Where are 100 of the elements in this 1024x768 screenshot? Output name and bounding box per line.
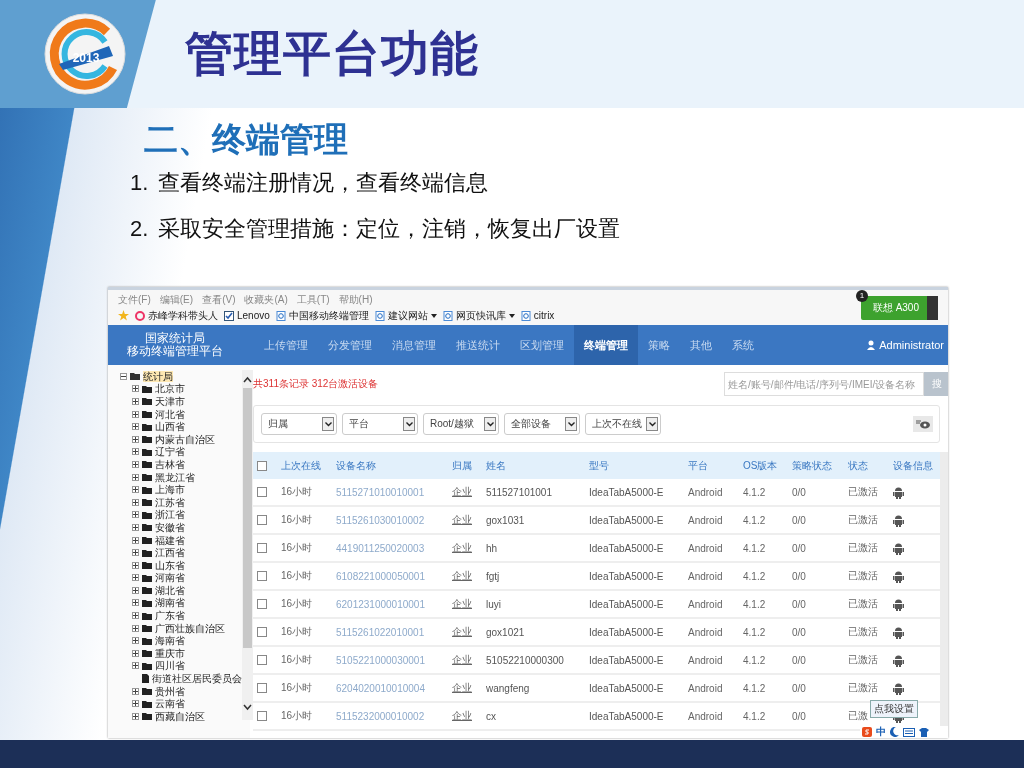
tree-item[interactable]: 浙江省 <box>155 509 185 521</box>
favorite-link[interactable]: 网页快讯库 <box>442 308 515 323</box>
column-header[interactable]: 上次在线 <box>281 458 336 473</box>
row-checkbox[interactable] <box>257 571 267 581</box>
tree-item[interactable]: 海南省 <box>155 635 185 647</box>
expand-toggle[interactable] <box>132 549 139 557</box>
favorite-link[interactable]: 中国移动终端管理 <box>275 308 369 323</box>
tree-item[interactable]: 重庆市 <box>155 647 185 659</box>
owner-link[interactable]: 企业 <box>452 541 486 555</box>
android-icon[interactable] <box>893 597 904 611</box>
column-header[interactable]: 设备信息 <box>893 458 940 473</box>
filter-dropdown[interactable]: 全部设备 <box>504 413 580 435</box>
row-checkbox[interactable] <box>257 683 267 693</box>
expand-toggle[interactable] <box>132 410 139 418</box>
menu-item[interactable]: 查看(V) <box>202 292 236 307</box>
favorite-link[interactable]: 赤峰学科带头人 <box>135 308 218 323</box>
owner-link[interactable]: 企业 <box>452 681 486 695</box>
expand-toggle[interactable] <box>132 624 139 632</box>
tree-item[interactable]: 河北省 <box>155 408 185 420</box>
tree-item[interactable]: 统计局 <box>143 370 173 382</box>
menu-item[interactable]: 收藏夹(A) <box>244 292 288 307</box>
expand-toggle[interactable] <box>132 498 139 506</box>
menu-item[interactable]: 文件(F) <box>118 292 151 307</box>
tree-item[interactable]: 山西省 <box>155 421 185 433</box>
row-checkbox[interactable] <box>257 711 267 721</box>
filter-dropdown[interactable]: 归属 <box>261 413 337 435</box>
favorite-link[interactable]: citrix <box>520 310 555 321</box>
star-icon[interactable] <box>118 310 129 321</box>
column-header[interactable]: 设备名称 <box>336 458 452 473</box>
tree-item[interactable]: 黑龙江省 <box>155 471 195 483</box>
tree-item[interactable]: 湖南省 <box>155 597 185 609</box>
collapse-toggle[interactable] <box>120 372 127 380</box>
owner-link[interactable]: 企业 <box>452 653 486 667</box>
tree-item[interactable]: 西藏自治区 <box>155 710 205 722</box>
input-mode-text[interactable]: 中 <box>876 725 886 738</box>
android-icon[interactable] <box>893 653 904 667</box>
expand-toggle[interactable] <box>132 712 139 720</box>
expand-toggle[interactable] <box>132 511 139 519</box>
expand-toggle[interactable] <box>132 423 139 431</box>
android-icon[interactable] <box>893 625 904 639</box>
tree-item[interactable]: 内蒙古自治区 <box>155 433 215 445</box>
tree-item[interactable]: 山东省 <box>155 559 185 571</box>
column-header[interactable]: OS版本 <box>743 458 792 473</box>
menu-item[interactable]: 编辑(E) <box>159 292 194 307</box>
tree-item[interactable]: 安徽省 <box>155 521 185 533</box>
sogou-icon[interactable] <box>862 727 872 737</box>
favorite-link[interactable]: Lenovo <box>224 310 270 321</box>
column-toggle-button[interactable] <box>913 416 933 432</box>
expand-toggle[interactable] <box>132 385 139 393</box>
expand-toggle[interactable] <box>132 574 139 582</box>
row-checkbox[interactable] <box>257 515 267 525</box>
row-checkbox[interactable] <box>257 487 267 497</box>
column-header[interactable]: 平台 <box>688 458 743 473</box>
search-field[interactable]: 姓名/账号/邮件/电话/序列号/IMEI/设备名称 <box>724 372 924 396</box>
row-checkbox[interactable] <box>257 543 267 553</box>
filter-dropdown[interactable]: 上次不在线 <box>585 413 661 435</box>
device-menu-button[interactable] <box>927 295 938 320</box>
tree-item[interactable]: 江西省 <box>155 547 185 559</box>
expand-toggle[interactable] <box>132 700 139 708</box>
android-icon[interactable] <box>893 569 904 583</box>
row-checkbox[interactable] <box>257 599 267 609</box>
expand-toggle[interactable] <box>132 486 139 494</box>
filter-dropdown[interactable]: Root/越狱 <box>423 413 499 435</box>
android-icon[interactable] <box>893 485 904 499</box>
favorite-link[interactable]: 建议网站 <box>374 308 437 323</box>
expand-toggle[interactable] <box>132 612 139 620</box>
android-icon[interactable] <box>893 681 904 695</box>
tree-item[interactable]: 云南省 <box>155 698 185 710</box>
tree-item[interactable]: 福建省 <box>155 534 185 546</box>
tree-item[interactable]: 湖北省 <box>155 584 185 596</box>
menu-item[interactable]: 帮助(H) <box>338 292 373 307</box>
tree-item[interactable]: 广东省 <box>155 610 185 622</box>
owner-link[interactable]: 企业 <box>452 569 486 583</box>
owner-link[interactable]: 企业 <box>452 625 486 639</box>
owner-link[interactable]: 企业 <box>452 485 486 499</box>
expand-toggle[interactable] <box>132 536 139 544</box>
shirt-icon[interactable] <box>919 727 929 737</box>
expand-toggle[interactable] <box>132 448 139 456</box>
select-all-checkbox[interactable] <box>257 460 267 471</box>
column-header[interactable]: 状态 <box>848 458 893 473</box>
expand-toggle[interactable] <box>132 398 139 405</box>
column-header[interactable]: 策略状态 <box>792 458 848 473</box>
nav-tab[interactable]: 终端管理 <box>574 325 638 365</box>
column-header[interactable]: 归属 <box>452 458 486 473</box>
owner-link[interactable]: 企业 <box>452 513 486 527</box>
expand-toggle[interactable] <box>132 599 139 607</box>
tree-item[interactable]: 辽宁省 <box>155 446 185 458</box>
expand-toggle[interactable] <box>132 435 139 443</box>
tree-item[interactable]: 北京市 <box>155 383 185 395</box>
keyboard-icon[interactable] <box>903 727 915 737</box>
expand-toggle[interactable] <box>132 637 139 645</box>
expand-toggle[interactable] <box>132 523 139 531</box>
scrollbar-drawing[interactable] <box>242 370 253 720</box>
tree-item[interactable]: 河南省 <box>155 572 185 584</box>
menu-item[interactable]: 工具(T) <box>296 292 330 307</box>
expand-toggle[interactable] <box>132 586 139 594</box>
row-checkbox[interactable] <box>257 655 267 665</box>
android-icon[interactable] <box>893 513 904 527</box>
column-header[interactable]: 型号 <box>589 458 688 473</box>
expand-toggle[interactable] <box>132 561 139 569</box>
